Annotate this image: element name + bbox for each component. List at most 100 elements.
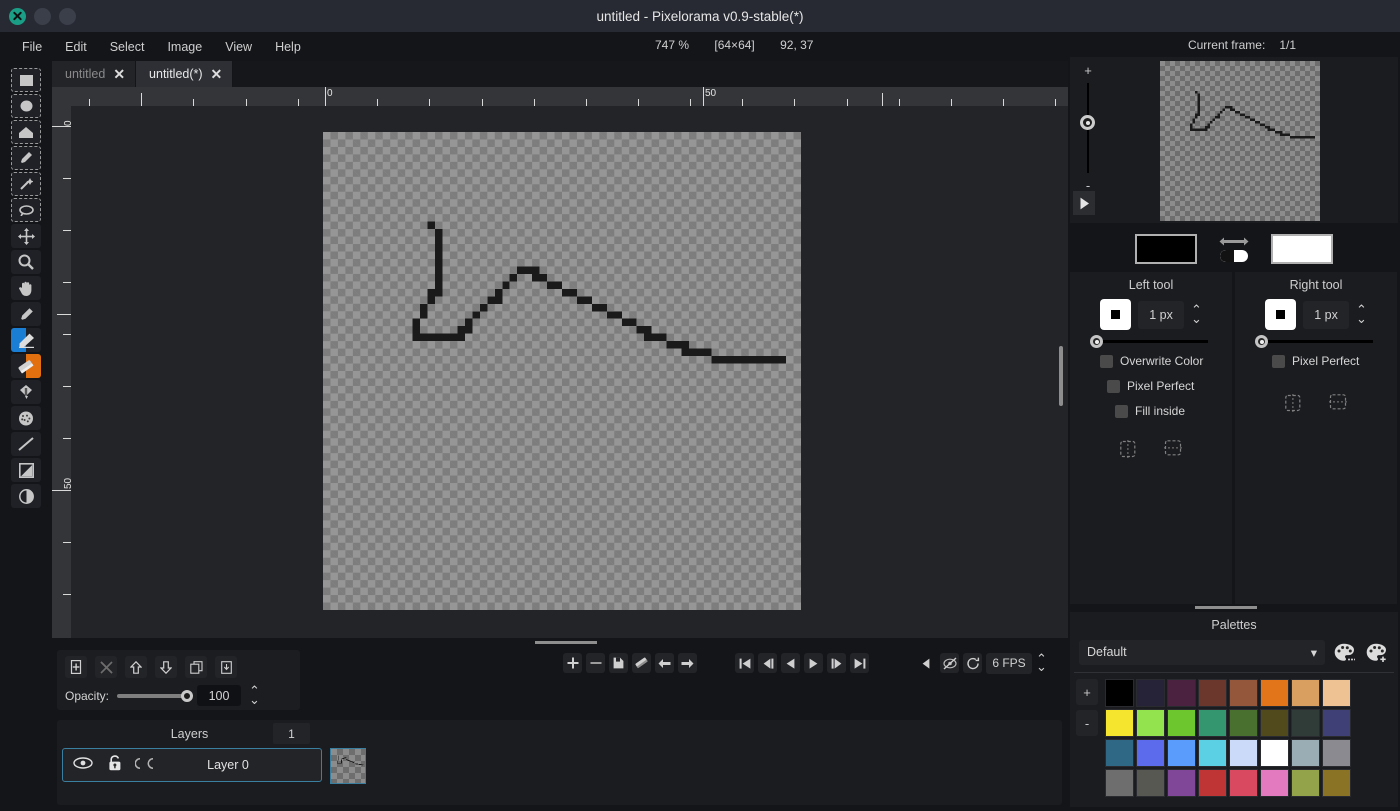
frame-number-header[interactable]: 1 [273,723,310,744]
remove-frame-button[interactable] [586,653,605,673]
tab-untitled-modified[interactable]: untitled(*) ✕ [136,61,234,87]
horizontal-ruler[interactable]: 0 50 [52,87,1068,106]
add-swatch-button[interactable]: + [1076,679,1098,705]
menu-view[interactable]: View [216,37,261,57]
palette-swatch[interactable] [1198,679,1227,707]
line-tool[interactable] [11,432,41,456]
move-layer-up-button[interactable] [125,656,147,678]
left-horizontal-mirror-button[interactable] [1120,440,1136,458]
rectangle-select-tool[interactable] [11,68,41,92]
move-tool[interactable] [11,224,41,248]
palette-swatch[interactable] [1322,769,1351,797]
palette-swatch[interactable] [1167,769,1196,797]
new-palette-button[interactable] [1363,639,1389,665]
copy-frame-button[interactable] [609,653,628,673]
ellipse-tool[interactable] [11,484,41,508]
palette-swatch[interactable] [1105,739,1134,767]
palette-swatch[interactable] [1167,679,1196,707]
layer-row[interactable]: Layer 0 [62,748,322,782]
preview-zoom-knob[interactable] [1080,115,1095,130]
palette-swatch[interactable] [1105,709,1134,737]
onion-skin-toggle-button[interactable] [940,653,959,673]
left-brush-size[interactable]: 1 px [1138,300,1185,329]
palette-swatch[interactable] [1291,679,1320,707]
layer-name[interactable]: Layer 0 [157,758,299,772]
last-frame-button[interactable] [850,653,869,673]
first-frame-button[interactable] [735,653,754,673]
left-brush-swatch[interactable] [1100,299,1132,330]
pencil-tool[interactable] [11,328,41,352]
right-brush-swatch[interactable] [1265,299,1297,330]
right-color-swatch[interactable] [1271,234,1333,264]
move-frame-right-button[interactable] [678,653,697,673]
palette-swatch[interactable] [1291,739,1320,767]
rectangle-tool[interactable] [11,458,41,482]
palette-swatch[interactable] [1229,769,1258,797]
polygon-select-tool[interactable] [11,120,41,144]
color-select-tool[interactable] [11,146,41,170]
palette-swatch[interactable] [1167,739,1196,767]
palette-swatch[interactable] [1260,769,1289,797]
play-forward-button[interactable] [804,653,823,673]
palette-swatch[interactable] [1322,709,1351,737]
play-backwards-button[interactable] [781,653,800,673]
layer-cel-thumbnail[interactable] [330,748,366,784]
left-overwrite-color-checkbox[interactable] [1100,354,1113,368]
link-icon[interactable] [123,756,157,774]
shading-tool[interactable] [11,406,41,430]
window-maximize-button[interactable] [59,7,76,25]
palette-swatch[interactable] [1198,739,1227,767]
right-brush-size-slider[interactable] [1255,335,1373,348]
pan-tool[interactable] [11,276,41,300]
palette-swatch[interactable] [1260,739,1289,767]
lasso-select-tool[interactable] [11,198,41,222]
color-picker-tool[interactable] [11,302,41,326]
palette-swatch[interactable] [1136,679,1165,707]
add-layer-button[interactable] [65,656,87,678]
window-close-button[interactable] [9,7,26,25]
move-frame-left-button[interactable] [655,653,674,673]
left-fill-inside-checkbox[interactable] [1115,404,1128,418]
right-pixel-perfect-checkbox[interactable] [1272,354,1285,368]
pixel-canvas[interactable] [323,132,801,610]
onion-skin-direction-button[interactable] [917,653,936,673]
palette-swatch[interactable] [1198,769,1227,797]
canvas-vertical-scrollbar[interactable] [1059,346,1063,406]
menu-file[interactable]: File [13,37,51,57]
menu-edit[interactable]: Edit [56,37,96,57]
next-frame-button[interactable] [827,653,846,673]
palette-swatch[interactable] [1136,769,1165,797]
palette-select[interactable]: Default ▾ [1079,639,1325,665]
panel-resize-handle[interactable] [535,641,597,644]
ellipse-select-tool[interactable] [11,94,41,118]
opacity-value[interactable]: 100 [197,685,242,706]
loop-button[interactable] [963,653,982,673]
menu-image[interactable]: Image [158,37,211,57]
palette-swatch[interactable] [1322,739,1351,767]
palette-swatch[interactable] [1229,709,1258,737]
palette-swatch[interactable] [1105,769,1134,797]
clone-layer-button[interactable] [185,656,207,678]
opacity-stepper[interactable]: ⌃ ⌄ [249,684,260,705]
preview-zoom-in-button[interactable]: + [1076,63,1100,78]
swap-colors-icon[interactable] [1219,236,1249,247]
move-layer-down-button[interactable] [155,656,177,678]
previous-frame-button[interactable] [758,653,777,673]
palette-swatch[interactable] [1229,739,1258,767]
palette-swatch[interactable] [1136,739,1165,767]
palette-swatch[interactable] [1322,679,1351,707]
menu-select[interactable]: Select [101,37,154,57]
palette-swatch[interactable] [1167,709,1196,737]
close-icon[interactable]: ✕ [211,67,223,81]
palette-swatch[interactable] [1260,679,1289,707]
remove-swatch-button[interactable]: - [1076,710,1098,736]
left-brush-size-stepper[interactable]: ⌃ ⌄ [1191,303,1202,324]
window-minimize-button[interactable] [34,7,51,25]
merge-layer-button[interactable] [215,656,237,678]
right-brush-size-stepper[interactable]: ⌃ ⌄ [1356,303,1367,324]
left-pixel-perfect-checkbox[interactable] [1107,379,1120,393]
palette-swatch[interactable] [1260,709,1289,737]
eye-icon[interactable] [63,756,93,774]
vertical-ruler[interactable]: 0 50 [52,106,71,638]
edit-palette-button[interactable] [1331,639,1357,665]
